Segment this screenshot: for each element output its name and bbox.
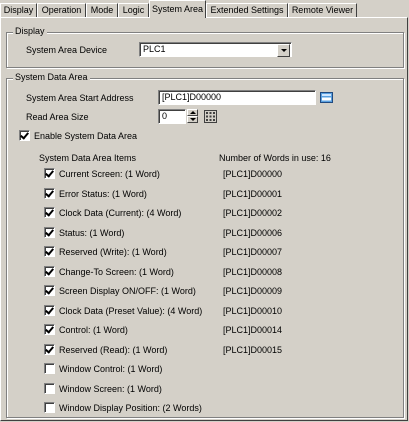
enable-system-data-area-checkbox[interactable] (19, 130, 30, 141)
item-address: [PLC1]D00001 (223, 189, 283, 199)
item-address: [PLC1]D00010 (223, 306, 283, 316)
item-label: Status: (1 Word) (59, 228, 125, 238)
item-label: Reserved (Read): (1 Word) (59, 345, 168, 355)
address-picker-icon[interactable] (320, 91, 333, 104)
words-in-use: Number of Words in use: 16 (219, 153, 331, 163)
item-label: Reserved (Write): (1 Word) (59, 247, 167, 257)
item-label: Control: (1 Word) (59, 325, 128, 335)
spin-down-icon[interactable] (187, 116, 198, 123)
item-label: Clock Data (Current): (4 Word) (59, 208, 182, 218)
keypad-icon[interactable] (204, 110, 217, 123)
items-header: System Data Area Items (39, 153, 137, 163)
item-checkbox[interactable] (44, 383, 55, 394)
system-area-device-label: System Area Device (26, 45, 108, 55)
item-checkbox[interactable] (44, 227, 55, 238)
read-area-size-spinner[interactable] (187, 109, 198, 124)
item-address: [PLC1]D00007 (223, 247, 283, 257)
tab-remote-viewer[interactable]: Remote Viewer (288, 3, 357, 17)
item-checkbox[interactable] (44, 188, 55, 199)
start-address-value: [PLC1]D00000 (162, 92, 222, 102)
item-checkbox[interactable] (44, 168, 55, 179)
item-checkbox[interactable] (44, 207, 55, 218)
item-checkbox[interactable] (44, 266, 55, 277)
tab-operation[interactable]: Operation (37, 3, 86, 17)
tab-logic[interactable]: Logic (118, 3, 149, 17)
tab-mode[interactable]: Mode (86, 3, 118, 17)
tab-bar: Display Operation Mode Logic System Area… (0, 0, 409, 18)
item-address: [PLC1]D00000 (223, 169, 283, 179)
display-group-title: Display (13, 26, 47, 36)
item-address: [PLC1]D00008 (223, 267, 283, 277)
spin-up-icon[interactable] (187, 109, 198, 116)
tab-display[interactable]: Display (0, 3, 37, 17)
item-label: Error Status: (1 Word) (59, 189, 147, 199)
read-area-size-input[interactable]: 0 (158, 109, 186, 124)
item-label: Clock Data (Preset Value): (4 Word) (59, 306, 203, 316)
read-area-size-label: Read Area Size (26, 112, 89, 122)
item-label: Change-To Screen: (1 Word) (59, 267, 174, 277)
item-label: Window Screen: (1 Word) (59, 384, 162, 394)
item-checkbox[interactable] (44, 344, 55, 355)
item-checkbox[interactable] (44, 305, 55, 316)
item-checkbox[interactable] (44, 402, 55, 413)
item-label: Window Display Position: (2 Words) (59, 403, 202, 413)
read-area-size-value: 0 (162, 111, 168, 121)
system-area-device-dropdown[interactable]: PLC1 (139, 42, 292, 57)
start-address-input[interactable]: [PLC1]D00000 (158, 90, 316, 105)
start-address-label: System Area Start Address (26, 93, 134, 103)
tab-extended-settings[interactable]: Extended Settings (206, 3, 288, 17)
system-data-area-group: System Data Area System Area Start Addre… (6, 72, 404, 418)
chevron-down-icon[interactable] (277, 44, 290, 57)
item-address: [PLC1]D00002 (223, 208, 283, 218)
enable-system-data-area-label: Enable System Data Area (34, 131, 138, 141)
system-area-panel: Display System Area Device PLC1 System D… (0, 17, 408, 421)
item-address: [PLC1]D00009 (223, 286, 283, 296)
item-label: Current Screen: (1 Word) (59, 169, 160, 179)
item-checkbox[interactable] (44, 363, 55, 374)
tab-system-area[interactable]: System Area (149, 0, 206, 18)
system-area-device-value: PLC1 (143, 44, 166, 54)
item-label: Window Control: (1 Word) (59, 364, 163, 374)
item-label: Screen Display ON/OFF: (1 Word) (59, 286, 196, 296)
item-address: [PLC1]D00014 (223, 325, 283, 335)
item-checkbox[interactable] (44, 324, 55, 335)
display-group: Display System Area Device PLC1 (6, 26, 404, 68)
item-checkbox[interactable] (44, 285, 55, 296)
item-checkbox[interactable] (44, 246, 55, 257)
system-data-area-group-title: System Data Area (13, 72, 90, 82)
item-address: [PLC1]D00015 (223, 345, 283, 355)
item-address: [PLC1]D00006 (223, 228, 283, 238)
